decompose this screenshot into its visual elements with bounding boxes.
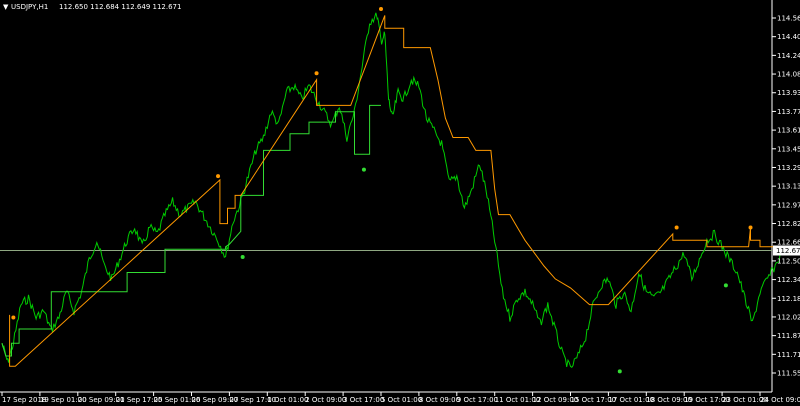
x-tick-label: 24 Oct 09:00 — [760, 396, 800, 404]
y-tick-label: 112.185 — [777, 295, 800, 303]
y-tick-label: 111.710 — [777, 351, 800, 359]
trailing-stop-down-line — [9, 15, 783, 367]
y-tick-label: 112.820 — [777, 220, 800, 228]
y-tick-label: 114.085 — [777, 71, 800, 79]
ohlc-readout: 112.650 112.684 112.649 112.671 — [59, 3, 181, 11]
signal-dot-down — [379, 6, 383, 11]
y-tick-label: 111.870 — [777, 332, 800, 340]
signal-dot-up — [361, 167, 366, 172]
y-tick-label: 113.455 — [777, 145, 800, 153]
y-tick-label: 114.245 — [777, 52, 800, 60]
signal-dot-down — [748, 225, 753, 230]
signal-dot-down — [216, 174, 221, 179]
y-tick-label: 113.615 — [777, 127, 800, 135]
y-tick-label: 112.345 — [777, 276, 800, 284]
x-tick-label: 3 Oct 17:00 — [343, 396, 384, 404]
plot-area[interactable] — [0, 6, 783, 374]
signal-dot-down — [314, 71, 319, 76]
x-axis: 17 Sep 201819 Sep 01:0020 Sep 09:0021 Se… — [1, 392, 800, 404]
y-tick-label: 113.295 — [777, 164, 800, 172]
x-tick-label: 9 Oct 17:00 — [457, 396, 498, 404]
x-tick-label: 8 Oct 09:00 — [419, 396, 460, 404]
y-tick-label: 112.025 — [777, 313, 800, 321]
signal-dot-up — [240, 255, 245, 260]
symbol-label: USDJPY,H1 — [11, 3, 48, 11]
signal-dot-down — [674, 225, 679, 230]
y-tick-label: 113.930 — [777, 89, 800, 97]
x-tick-label: 2 Oct 09:00 — [305, 396, 346, 404]
chart-svg[interactable]: ▼ USDJPY,H1 112.650 112.684 112.649 112.… — [0, 0, 800, 406]
current-price-label: 112.671 — [776, 247, 800, 255]
chart-window: ▼ USDJPY,H1 112.650 112.684 112.649 112.… — [0, 0, 800, 406]
x-tick-label: 1 Oct 01:00 — [267, 396, 308, 404]
y-tick-label: 114.565 — [777, 15, 800, 23]
y-tick-label: 112.975 — [777, 201, 800, 209]
y-axis: 114.565 114.405 114.245 114.085 113.930 113.7… — [772, 15, 800, 378]
y-tick-label: 111.550 — [777, 370, 800, 378]
x-tick-label: 5 Oct 01:00 — [381, 396, 422, 404]
y-tick-label: 113.135 — [777, 183, 800, 191]
y-tick-label: 112.500 — [777, 257, 800, 265]
signal-dot-up — [723, 283, 728, 288]
signal-dot-up — [617, 369, 622, 374]
signal-dot-down — [11, 315, 16, 320]
y-tick-label: 114.405 — [777, 33, 800, 41]
dropdown-arrow-icon[interactable]: ▼ — [3, 3, 9, 11]
chart-header: ▼ USDJPY,H1 112.650 112.684 112.649 112.… — [3, 3, 181, 11]
price-series-line — [1, 12, 783, 368]
y-tick-label: 113.770 — [777, 108, 800, 116]
